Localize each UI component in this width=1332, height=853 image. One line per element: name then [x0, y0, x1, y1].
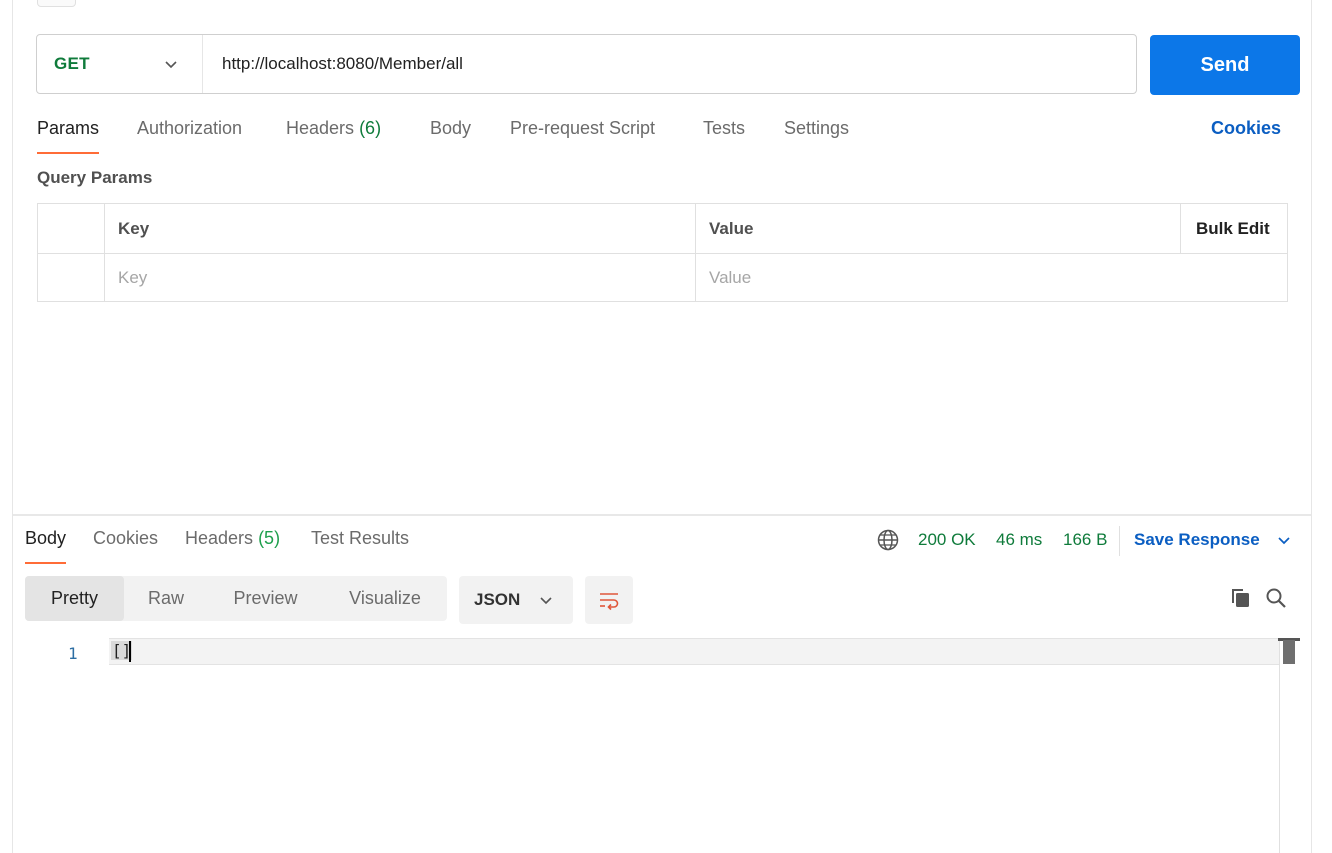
params-table: Key Value Bulk Edit Key Value [37, 203, 1288, 302]
headers-count: (6) [359, 118, 382, 138]
response-tab-headers[interactable]: Headers (5) [185, 528, 280, 549]
chevron-down-icon [540, 597, 552, 605]
response-headers-label: Headers [185, 528, 254, 548]
tab-body[interactable]: Body [430, 118, 471, 139]
text-cursor [129, 641, 131, 662]
key-input[interactable]: Key [118, 253, 678, 302]
format-select[interactable]: JSON [459, 576, 573, 624]
tab-pre-request-script[interactable]: Pre-request Script [510, 118, 655, 139]
value-header-label: Value [709, 218, 754, 238]
response-tab-test-results[interactable]: Test Results [311, 528, 409, 549]
right-panel-border [1311, 0, 1312, 853]
table-row: Key Value [38, 253, 1287, 302]
response-editor[interactable]: 1 [] [13, 638, 1311, 853]
send-button[interactable]: Send [1150, 35, 1300, 95]
status-divider [1119, 526, 1120, 556]
wrap-lines-icon [600, 593, 619, 611]
bulk-edit-label: Bulk Edit [1196, 218, 1270, 238]
scrollbar-track[interactable] [1279, 638, 1280, 853]
url-input[interactable] [203, 35, 1136, 93]
tab-settings[interactable]: Settings [784, 118, 849, 139]
url-bar: GET [36, 34, 1137, 94]
view-pretty[interactable]: Pretty [25, 576, 124, 621]
cookies-link[interactable]: Cookies [1211, 118, 1281, 139]
method-label: GET [54, 54, 90, 73]
tab-headers[interactable]: Headers (6) [286, 118, 381, 139]
copy-icon[interactable] [1228, 586, 1252, 610]
key-column-header: Key [118, 204, 149, 253]
key-placeholder: Key [118, 267, 148, 287]
save-response-button[interactable]: Save Response [1134, 530, 1260, 550]
view-mode-selector: Pretty Raw Preview Visualize [25, 576, 447, 621]
response-size[interactable]: 166 B [1063, 530, 1107, 550]
tab-authorization[interactable]: Authorization [137, 118, 242, 139]
search-icon[interactable] [1264, 586, 1288, 610]
value-column-header: Value [709, 204, 753, 253]
active-line-highlight [109, 638, 1279, 665]
value-placeholder: Value [709, 267, 752, 287]
response-headers-count: (5) [258, 528, 281, 548]
wrap-lines-button[interactable] [585, 576, 633, 624]
view-visualize[interactable]: Visualize [323, 576, 447, 621]
globe-icon[interactable] [876, 528, 900, 552]
table-header-row: Key Value Bulk Edit [38, 204, 1287, 254]
chevron-down-icon [165, 61, 177, 69]
method-select[interactable]: GET [37, 35, 203, 93]
status-code[interactable]: 200 OK [918, 530, 976, 550]
top-tab-stub [37, 0, 76, 7]
response-time[interactable]: 46 ms [996, 530, 1042, 550]
tab-headers-label: Headers [286, 118, 355, 138]
tab-tests[interactable]: Tests [703, 118, 745, 139]
format-label: JSON [474, 590, 521, 609]
key-header-label: Key [118, 218, 150, 238]
bulk-edit-button[interactable]: Bulk Edit [1196, 204, 1270, 253]
tab-params[interactable]: Params [37, 118, 100, 154]
query-params-title: Query Params [37, 168, 153, 187]
value-input[interactable]: Value [709, 253, 1269, 302]
view-raw[interactable]: Raw [124, 576, 208, 621]
chevron-down-icon[interactable] [1276, 532, 1292, 548]
response-tab-cookies[interactable]: Cookies [93, 528, 158, 549]
column-divider [1180, 204, 1181, 253]
response-tab-body[interactable]: Body [25, 528, 67, 564]
pane-splitter[interactable] [13, 514, 1311, 516]
line-number: 1 [68, 644, 78, 663]
scrollbar-thumb[interactable] [1283, 640, 1295, 664]
view-preview[interactable]: Preview [208, 576, 323, 621]
